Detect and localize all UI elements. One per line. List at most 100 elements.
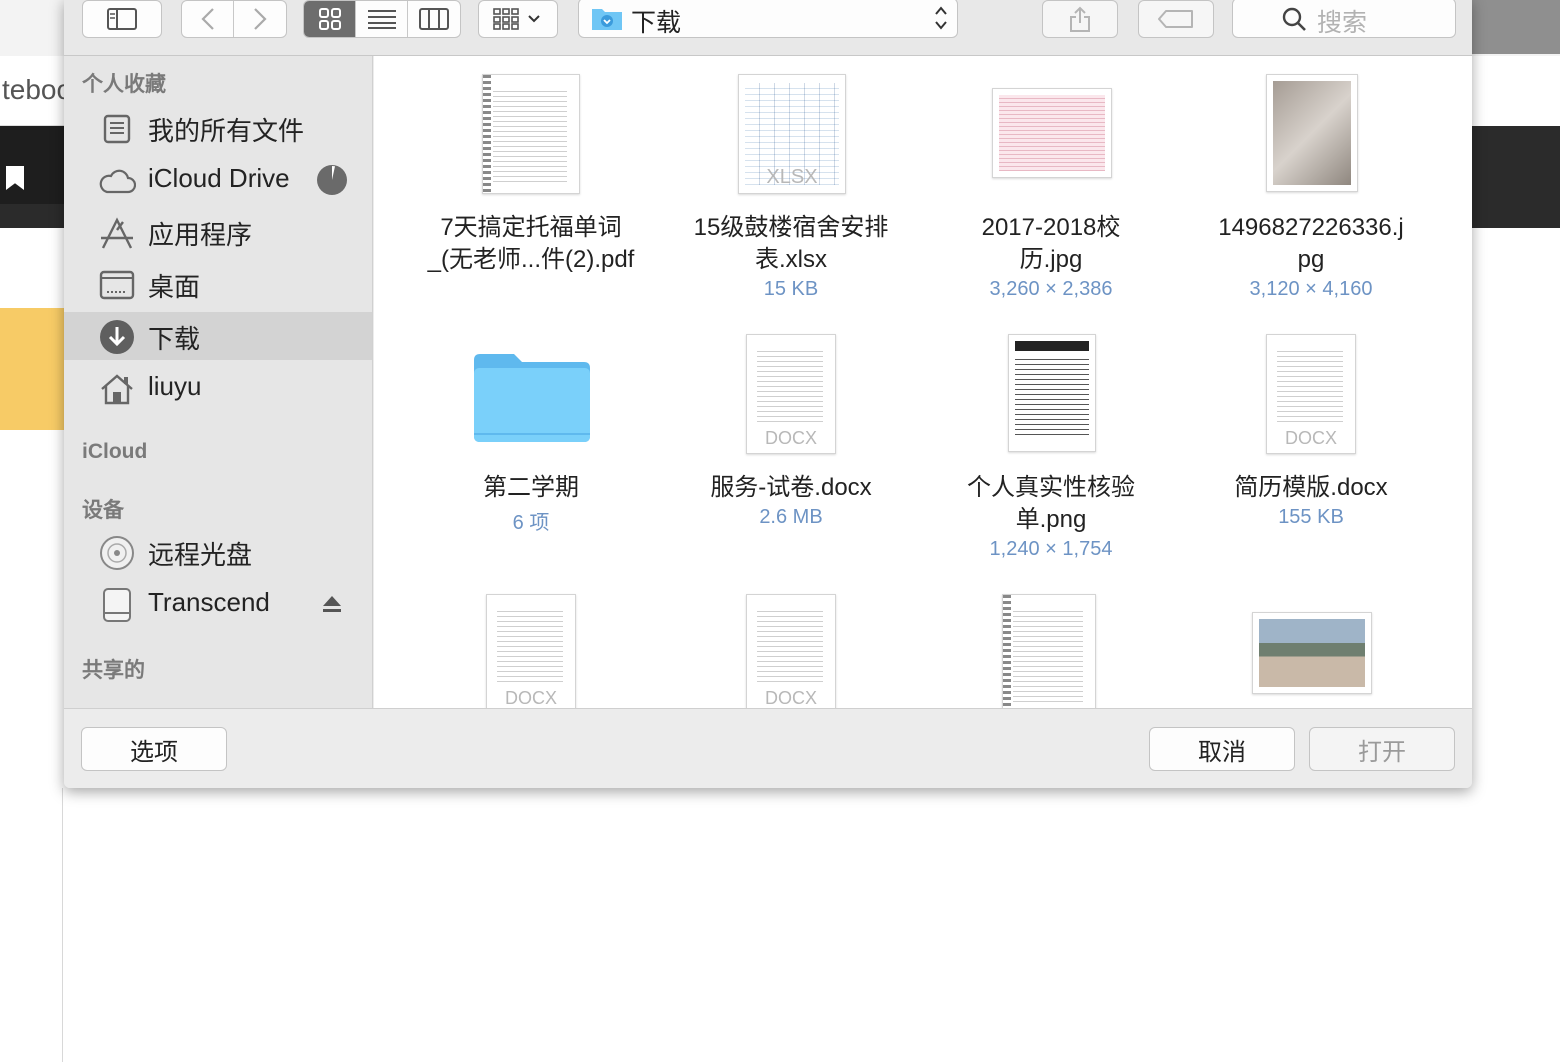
list-icon <box>367 10 396 29</box>
sidebar-item-transcend[interactable]: Transcend <box>64 580 372 628</box>
sidebar-item-remote-disc[interactable]: 远程光盘 <box>64 528 372 576</box>
applications-icon <box>98 216 136 250</box>
sidebar-item-downloads[interactable]: 下载 <box>64 312 372 360</box>
arrange-button[interactable] <box>478 0 558 38</box>
sidebar-item-label: Transcend <box>148 587 270 617</box>
desktop-icon <box>98 268 136 302</box>
search-placeholder: 搜索 <box>1317 9 1368 37</box>
file-item[interactable]: 个人真实性核验 单.png 1,240 × 1,754 <box>936 316 1166 566</box>
docx-thumbnail: DOCX <box>486 594 576 708</box>
file-name: 服务-试卷.docx <box>710 474 872 501</box>
downloads-icon <box>98 320 136 354</box>
file-item[interactable]: 2017-2018校 历.jpg 3,260 × 2,386 <box>936 56 1166 306</box>
docx-thumbnail: DOCX <box>746 334 836 454</box>
background-yellow-block <box>0 308 64 430</box>
sidebar-item-home[interactable]: liuyu <box>64 364 372 412</box>
sidebar-item-label: iCloud Drive <box>148 163 290 193</box>
file-name: 简历模版.docx <box>1234 474 1388 501</box>
xlsx-thumbnail: XLSX <box>738 74 846 194</box>
photo-thumbnail <box>1252 612 1372 694</box>
jpg-thumbnail <box>992 88 1112 178</box>
file-name: 1496827226336.j pg <box>1218 214 1404 273</box>
background-dark-panel <box>0 126 64 204</box>
file-name: 7天搞定托福单词 _(无老师...件(2).pdf <box>427 214 635 273</box>
file-name: 第二学期 <box>483 474 579 501</box>
cancel-button[interactable]: 取消 <box>1149 727 1295 771</box>
sidebar-item-label: 桌面 <box>148 272 201 302</box>
chevron-right-icon <box>254 8 267 30</box>
file-meta: 3,260 × 2,386 <box>989 278 1113 300</box>
forward-button[interactable] <box>234 1 286 37</box>
column-view-button[interactable] <box>408 1 460 37</box>
search-icon <box>1282 7 1306 31</box>
share-button[interactable] <box>1042 0 1118 38</box>
file-meta: 2.6 MB <box>759 506 823 528</box>
file-item[interactable] <box>1196 576 1426 708</box>
back-forward-buttons <box>181 0 287 38</box>
file-item[interactable]: DOCX <box>676 576 906 708</box>
file-item[interactable]: 7天搞定托福单词 _(无老师...件(2).pdf <box>416 56 646 306</box>
file-item[interactable] <box>936 576 1166 708</box>
list-view-button[interactable] <box>356 1 408 37</box>
sidebar-header-favorites: 个人收藏 <box>82 73 166 96</box>
disc-icon <box>98 536 136 570</box>
file-item[interactable]: DOCX 简历模版.docx 155 KB <box>1196 316 1426 566</box>
sidebar-header-icloud: iCloud <box>82 440 148 463</box>
sidebar-item-applications[interactable]: 应用程序 <box>64 208 372 256</box>
sidebar-header-devices: 设备 <box>82 499 124 522</box>
docx-label: DOCX <box>504 688 557 708</box>
jpg-thumbnail <box>1266 74 1358 192</box>
icon-view-button[interactable] <box>304 1 356 37</box>
file-item[interactable]: DOCX <box>416 576 646 708</box>
file-meta: 155 KB <box>1278 506 1344 528</box>
docx-label: DOCX <box>764 688 817 708</box>
home-icon <box>98 372 136 406</box>
sidebar-item-label: liuyu <box>148 371 202 401</box>
folder-item[interactable]: 第二学期 6 项 <box>416 316 646 566</box>
sidebar-item-desktop[interactable]: 桌面 <box>64 260 372 308</box>
drive-icon <box>98 588 136 622</box>
back-button[interactable] <box>182 1 234 37</box>
sidebar-item-icloud-drive[interactable]: iCloud Drive <box>64 156 372 204</box>
open-button[interactable]: 打开 <box>1309 727 1455 771</box>
dialog-footer: 选项 取消 打开 <box>64 708 1472 788</box>
file-meta: 1,240 × 1,754 <box>989 538 1113 560</box>
view-mode-segmented <box>303 0 461 38</box>
search-field[interactable]: 搜索 <box>1232 0 1456 38</box>
sidebar-icon <box>107 8 137 30</box>
background-window-edge <box>1472 0 1560 54</box>
location-label: 下载 <box>631 9 682 37</box>
location-popup[interactable]: 下载 <box>578 0 958 38</box>
columns-icon <box>419 8 449 30</box>
file-name: 2017-2018校 历.jpg <box>981 214 1121 273</box>
share-icon <box>1070 6 1090 32</box>
grid-icon <box>318 8 341 30</box>
tag-icon <box>1158 10 1193 28</box>
sidebar-item-all-files[interactable]: 我的所有文件 <box>64 104 372 152</box>
file-item[interactable]: DOCX 服务-试卷.docx 2.6 MB <box>676 316 906 566</box>
file-name: 15级鼓楼宿舍安排 表.xlsx <box>693 214 889 273</box>
file-browser: 7天搞定托福单词 _(无老师...件(2).pdf XLSX 15级鼓楼宿舍安排… <box>374 56 1472 708</box>
docx-thumbnail: DOCX <box>746 594 836 708</box>
sidebar-item-label: 下载 <box>148 324 201 354</box>
docx-label: DOCX <box>764 428 817 448</box>
file-item[interactable]: 1496827226336.j pg 3,120 × 4,160 <box>1196 56 1426 306</box>
dialog-toolbar: 下载 搜索 <box>64 0 1472 56</box>
toggle-sidebar-button[interactable] <box>82 0 162 38</box>
file-name: 个人真实性核验 单.png <box>967 474 1135 533</box>
options-button[interactable]: 选项 <box>81 727 227 771</box>
file-meta: 15 KB <box>763 278 819 300</box>
sidebar-item-label: 应用程序 <box>148 220 253 250</box>
downloads-folder-icon <box>592 9 622 30</box>
updown-chevron-icon <box>935 6 947 30</box>
eject-icon[interactable] <box>322 594 342 614</box>
arrange-grid-icon <box>493 8 540 30</box>
open-file-dialog: 下载 搜索 个人收藏 我的所有文件 iCloud Drive 应用程序 桌面 下… <box>64 0 1472 788</box>
file-meta: 6 项 <box>512 512 550 534</box>
background-divider <box>62 788 63 1062</box>
file-item[interactable]: XLSX 15级鼓楼宿舍安排 表.xlsx 15 KB <box>676 56 906 306</box>
tag-button[interactable] <box>1138 0 1214 38</box>
all-files-icon <box>98 112 136 146</box>
docx-label: DOCX <box>1284 428 1337 448</box>
sidebar-item-label: 远程光盘 <box>148 540 253 570</box>
